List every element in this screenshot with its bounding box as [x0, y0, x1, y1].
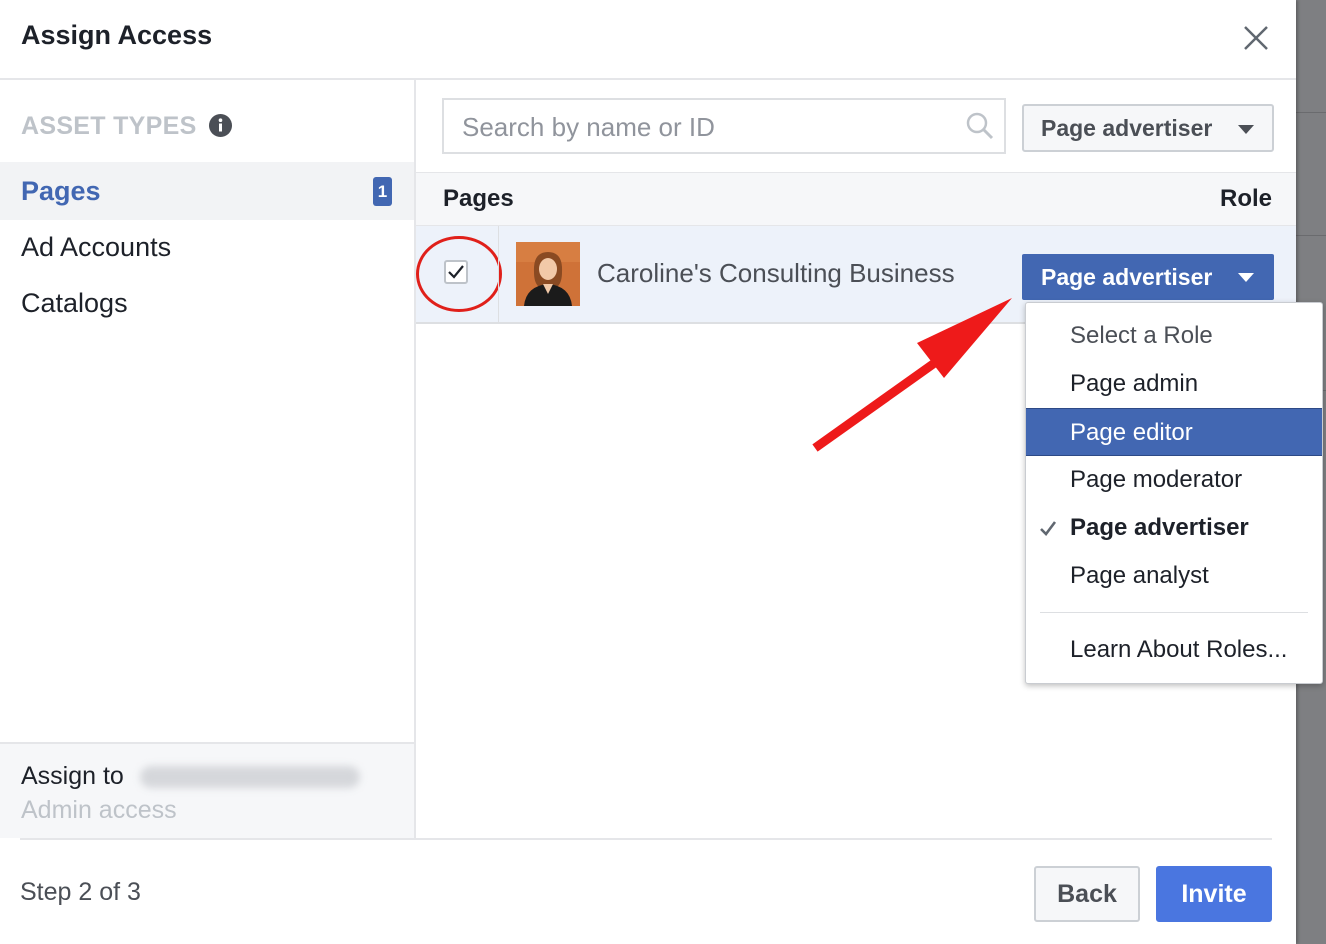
sidebar-item-label: Ad Accounts: [21, 232, 172, 262]
dialog-header: Assign Access: [0, 0, 1296, 80]
close-button[interactable]: [1238, 20, 1274, 56]
page-avatar: [516, 242, 580, 306]
row-checkbox[interactable]: [444, 260, 468, 284]
info-icon[interactable]: [209, 114, 232, 137]
sidebar-item-ad-accounts[interactable]: Ad Accounts: [0, 218, 414, 276]
search-input[interactable]: [460, 108, 944, 146]
chevron-down-icon: [1238, 125, 1254, 134]
menu-divider: [1040, 612, 1308, 613]
sidebar-item-label: Pages: [21, 176, 101, 206]
back-button[interactable]: Back: [1034, 866, 1140, 922]
menu-item-select-role[interactable]: Select a Role: [1026, 312, 1322, 360]
close-icon: [1244, 26, 1268, 50]
learn-about-roles-link[interactable]: Learn About Roles...: [1026, 626, 1322, 674]
asset-types-sidebar: ASSET TYPES Pages 1 Ad Accounts Catalogs…: [0, 80, 416, 838]
step-indicator: Step 2 of 3: [20, 878, 141, 906]
role-filter-label: Page advertiser: [1041, 115, 1213, 141]
footer-divider: [20, 838, 1272, 840]
backdrop-line: [1296, 112, 1326, 113]
search-box: [442, 98, 1006, 154]
sidebar-item-pages[interactable]: Pages 1: [0, 162, 414, 220]
redacted-email: [140, 766, 360, 788]
assign-to-label: Assign to: [21, 762, 124, 790]
table-header: Pages Role: [416, 172, 1296, 226]
menu-item-label: Page advertiser: [1070, 514, 1249, 541]
chevron-down-icon: [1238, 273, 1254, 282]
page-name: Caroline's Consulting Business: [597, 258, 955, 288]
sidebar-item-label: Catalogs: [21, 288, 128, 318]
menu-item-page-advertiser[interactable]: Page advertiser: [1026, 504, 1322, 552]
column-header-role: Role: [1219, 185, 1272, 212]
check-icon: [1040, 521, 1057, 536]
menu-item-page-editor[interactable]: Page editor: [1026, 408, 1322, 456]
dialog-title: Assign Access: [21, 20, 213, 50]
count-badge: 1: [373, 177, 392, 206]
row-role-label: Page advertiser: [1041, 264, 1213, 290]
row-role-dropdown[interactable]: Page advertiser: [1022, 254, 1274, 300]
menu-item-page-analyst[interactable]: Page analyst: [1026, 552, 1322, 600]
menu-item-page-moderator[interactable]: Page moderator: [1026, 456, 1322, 504]
checkmark-icon: [448, 265, 464, 279]
backdrop-line: [1296, 235, 1326, 236]
role-dropdown-menu: Select a Role Page admin Page editor Pag…: [1025, 302, 1323, 684]
invite-button[interactable]: Invite: [1156, 866, 1272, 922]
column-header-pages: Pages: [443, 185, 514, 212]
asset-types-heading: ASSET TYPES: [21, 112, 197, 140]
menu-item-page-admin[interactable]: Page admin: [1026, 360, 1322, 408]
access-level-label: Admin access: [21, 796, 177, 824]
search-icon: [966, 112, 994, 140]
person-photo-icon: [516, 242, 580, 306]
assign-to-panel: Assign to Admin access: [0, 742, 414, 838]
role-filter-dropdown[interactable]: Page advertiser: [1022, 104, 1274, 152]
sidebar-item-catalogs[interactable]: Catalogs: [0, 274, 414, 332]
cell-divider: [498, 226, 499, 322]
